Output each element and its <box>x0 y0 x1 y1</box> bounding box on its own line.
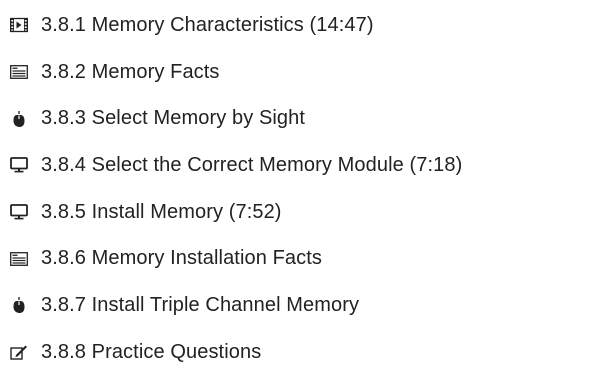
list-item-select-memory-by-sight[interactable]: 3.8.3 Select Memory by Sight <box>10 95 595 142</box>
list-item-memory-installation-facts[interactable]: 3.8.6 Memory Installation Facts <box>10 235 595 282</box>
document-icon <box>10 63 28 81</box>
quiz-icon <box>10 343 28 361</box>
monitor-icon <box>10 156 28 174</box>
list-item-memory-facts[interactable]: 3.8.2 Memory Facts <box>10 49 595 96</box>
item-label: 3.8.8 Practice Questions <box>41 340 262 363</box>
item-label: 3.8.7 Install Triple Channel Memory <box>41 293 360 316</box>
list-item-practice-questions[interactable]: 3.8.8 Practice Questions <box>10 329 595 376</box>
item-label: 3.8.6 Memory Installation Facts <box>41 247 322 270</box>
item-label: 3.8.1 Memory Characteristics (14:47) <box>41 13 374 36</box>
item-label: 3.8.4 Select the Correct Memory Module (… <box>41 153 463 176</box>
list-item-install-triple-channel-memory[interactable]: 3.8.7 Install Triple Channel Memory <box>10 282 595 329</box>
item-label: 3.8.2 Memory Facts <box>41 60 220 83</box>
list-item-install-memory[interactable]: 3.8.5 Install Memory (7:52) <box>10 189 595 236</box>
list-item-memory-characteristics[interactable]: 3.8.1 Memory Characteristics (14:47) <box>10 2 595 49</box>
mouse-icon <box>10 110 28 128</box>
video-icon <box>10 16 28 34</box>
list-item-select-correct-memory-module[interactable]: 3.8.4 Select the Correct Memory Module (… <box>10 142 595 189</box>
item-label: 3.8.3 Select Memory by Sight <box>41 107 306 130</box>
item-label: 3.8.5 Install Memory (7:52) <box>41 200 282 223</box>
mouse-icon <box>10 296 28 314</box>
document-icon <box>10 250 28 268</box>
course-section-list: 3.8.1 Memory Characteristics (14:47) 3.8… <box>10 2 595 376</box>
monitor-icon <box>10 203 28 221</box>
